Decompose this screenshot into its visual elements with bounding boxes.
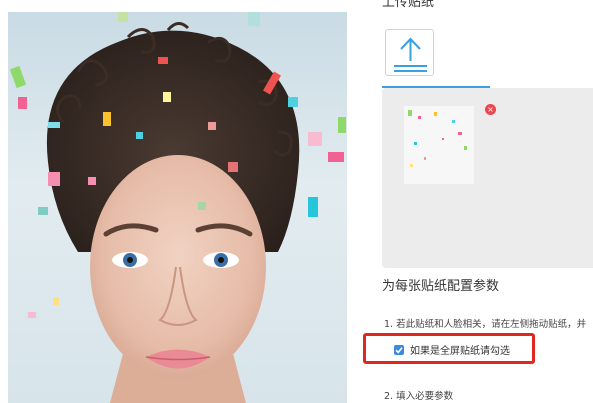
uploaded-stickers-area: × (382, 88, 593, 268)
step-2-instruction: 2. 填入必要参数 (384, 391, 454, 402)
sticker-thumbnail[interactable] (394, 102, 482, 184)
sticker-preview-photo (8, 12, 347, 403)
fullscreen-checkbox-label: 如果是全屏贴纸请勾选 (410, 346, 510, 357)
upload-section-title: 上传贴纸 (382, 0, 435, 10)
portrait-image (9, 12, 346, 403)
checkmark-icon (395, 346, 403, 354)
fullscreen-sticker-option[interactable]: 如果是全屏贴纸请勾选 (394, 342, 510, 357)
config-section-title: 为每张贴纸配置参数 (382, 279, 500, 294)
fullscreen-checkbox[interactable] (394, 344, 404, 355)
step-1-instruction: 1. 若此贴纸和人脸相关，请在左侧拖动贴纸，并 (384, 319, 587, 330)
sticker-config-panel: 上传贴纸 × 为每张贴纸配置参数 1. 若此贴纸和人脸相关，请在左侧拖动贴纸，并 (360, 0, 593, 403)
remove-sticker-close-icon[interactable]: × (485, 104, 496, 115)
upload-sticker-button[interactable] (385, 29, 434, 76)
upload-arrow-icon (394, 37, 427, 72)
